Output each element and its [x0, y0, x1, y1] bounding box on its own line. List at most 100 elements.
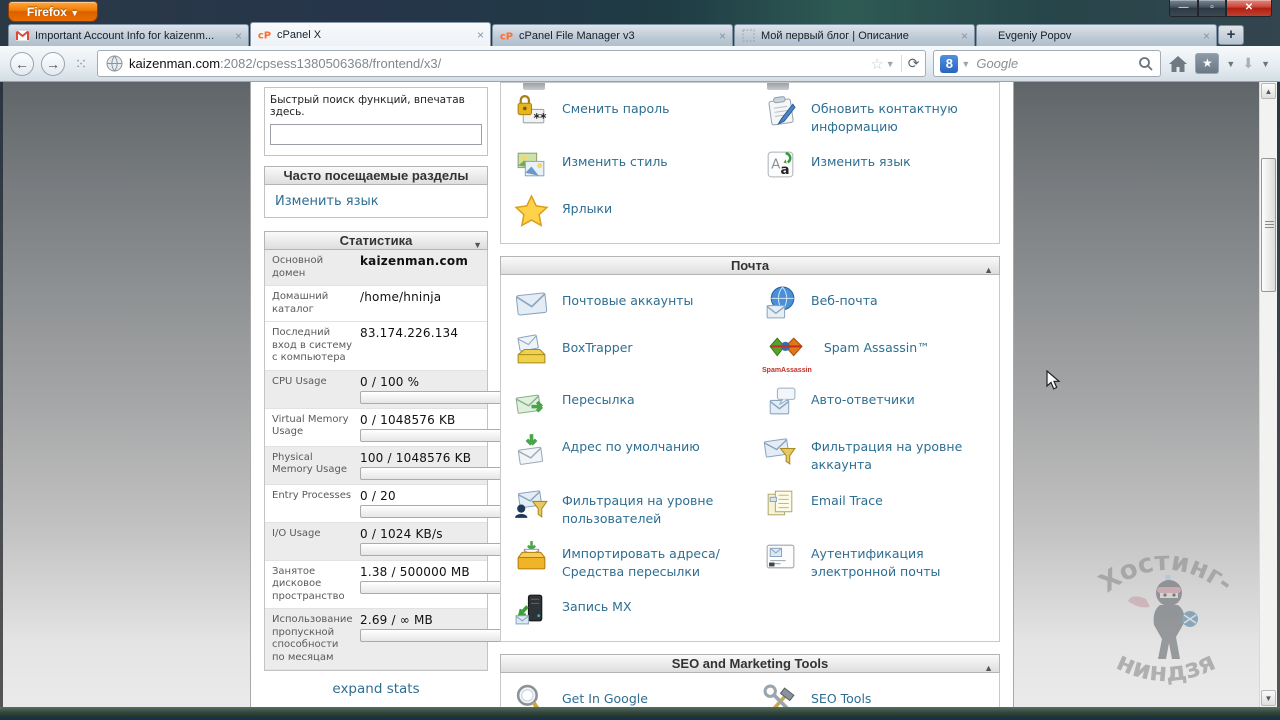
feature-label[interactable]: Пересылка: [562, 391, 635, 421]
feature-label[interactable]: Ярлыки: [562, 200, 612, 230]
url-bar[interactable]: kaizenman.com :2082/cpsess1380506368/fro…: [97, 50, 927, 77]
scrollbar-thumb[interactable]: [1261, 158, 1276, 292]
feature-item[interactable]: Запись MX: [501, 586, 750, 633]
usage-bar: [360, 504, 506, 518]
forward-button[interactable]: →: [41, 51, 65, 76]
feature-label[interactable]: Обновить контактную информацию: [811, 100, 995, 136]
mouse-cursor: [1046, 369, 1062, 392]
firefox-menu-button[interactable]: Firefox ▼: [8, 1, 98, 22]
vertical-scrollbar[interactable]: ▲ ▼: [1259, 82, 1277, 707]
feature-label[interactable]: Изменить язык: [811, 153, 911, 183]
tab-close-icon[interactable]: ×: [719, 29, 726, 43]
title-bar: Firefox ▼ — ▫ ✕: [0, 0, 1280, 22]
usage-bar: [360, 542, 506, 556]
feature-label[interactable]: Spam Assassin™: [824, 339, 930, 374]
feature-label[interactable]: Авто-ответчики: [811, 391, 915, 421]
downloads-icon[interactable]: ⬇: [1242, 55, 1254, 72]
tab-close-icon[interactable]: ×: [477, 28, 484, 42]
browser-tab[interactable]: Important Account Info for kaizenm... ×: [8, 24, 249, 46]
feature-item[interactable]: Изменить стиль: [501, 141, 750, 188]
feature-label[interactable]: Фильтрация на уровне пользователей: [562, 492, 746, 528]
search-bar[interactable]: 8 ▼ Google: [933, 50, 1162, 77]
feature-item[interactable]: Aa Изменить язык: [750, 141, 999, 188]
reload-icon[interactable]: ⟳: [900, 55, 919, 72]
feature-label[interactable]: Импортировать адреса/ Средства пересылки: [562, 545, 746, 581]
stat-label: CPU Usage: [272, 375, 327, 387]
search-icon[interactable]: [1138, 56, 1154, 72]
tab-close-icon[interactable]: ×: [961, 29, 968, 43]
browser-tab[interactable]: cP cPanel File Manager v3 ×: [492, 24, 733, 46]
feature-label[interactable]: Аутентификация электронной почты: [811, 545, 995, 581]
stat-value: 0 / 20: [360, 488, 396, 503]
feature-label[interactable]: BoxTrapper: [562, 339, 633, 374]
feature-label[interactable]: Сменить пароль: [562, 100, 670, 136]
browser-tab[interactable]: Evgeniy Popov ×: [976, 24, 1217, 46]
stat-label: Physical Memory Usage: [272, 451, 348, 476]
browser-tab[interactable]: cP cPanel X ×: [250, 22, 491, 46]
google-logo-icon: 8: [940, 54, 959, 73]
stat-row: Занятое дисковое пространство 1.38 / 5000…: [265, 561, 506, 609]
chevron-down-icon[interactable]: ▼: [886, 59, 895, 69]
feature-item[interactable]: ** Сменить пароль: [501, 88, 750, 141]
expand-stats-link[interactable]: expand stats: [332, 681, 419, 697]
feature-item[interactable]: Почтовые аккаунты: [501, 280, 750, 327]
feature-item[interactable]: BoxTrapper: [501, 327, 750, 379]
feature-label[interactable]: Адрес по умолчанию: [562, 438, 700, 474]
chevron-down-icon[interactable]: ▼: [1261, 59, 1270, 69]
feature-item[interactable]: Аутентификация электронной почты: [750, 533, 999, 586]
bookmark-star-icon[interactable]: ☆: [870, 55, 883, 73]
feature-label[interactable]: Веб-почта: [811, 292, 878, 322]
svg-text:**: **: [534, 111, 547, 125]
collapse-icon[interactable]: ▲: [984, 659, 993, 677]
feature-label[interactable]: Почтовые аккаунты: [562, 292, 693, 322]
feature-label[interactable]: Запись MX: [562, 598, 632, 628]
stat-label: Занятое дисковое пространство: [272, 565, 345, 602]
feature-item[interactable]: Email Trace: [750, 480, 999, 533]
quick-search-input[interactable]: [270, 124, 482, 145]
new-tab-button[interactable]: +: [1218, 25, 1244, 45]
feature-item[interactable]: Фильтрация на уровне пользователей: [501, 480, 750, 533]
feature-item[interactable]: Пересылка: [501, 379, 750, 426]
chevron-down-icon[interactable]: ▼: [1226, 59, 1235, 69]
feature-item[interactable]: Ярлыки: [501, 188, 750, 235]
tab-close-icon[interactable]: ×: [235, 29, 242, 43]
stat-value: kaizenman.com: [360, 254, 469, 268]
tab-close-icon[interactable]: ×: [1203, 29, 1210, 43]
keyhole-icon[interactable]: ⁙: [72, 55, 90, 73]
home-icon[interactable]: [1168, 55, 1188, 73]
cpanel-section: ** Сменить пароль Обновить контактную инфо…: [500, 82, 1000, 245]
feature-item[interactable]: Обновить контактную информацию: [750, 88, 999, 141]
close-button[interactable]: ✕: [1226, 0, 1272, 17]
feature-item[interactable]: Авто-ответчики: [750, 379, 999, 426]
scroll-down-icon[interactable]: ▼: [1261, 690, 1276, 706]
autoresponders-icon: [762, 384, 799, 421]
feature-label[interactable]: Фильтрация на уровне аккаунта: [811, 438, 995, 474]
maximize-button[interactable]: ▫: [1198, 0, 1226, 17]
feature-item[interactable]: Веб-почта: [750, 280, 999, 327]
bookmarks-button[interactable]: ★: [1195, 53, 1220, 74]
browser-tab[interactable]: Мой первый блог | Описание ×: [734, 24, 975, 46]
feature-item[interactable]: SpamAssassin Spam Assassin™: [750, 327, 999, 379]
feature-item[interactable]: Импортировать адреса/ Средства пересылки: [501, 533, 750, 586]
feature-label[interactable]: Изменить стиль: [562, 153, 668, 183]
feature-item[interactable]: Фильтрация на уровне аккаунта: [750, 426, 999, 479]
feature-item[interactable]: Адрес по умолчанию: [501, 426, 750, 479]
feature-label[interactable]: Email Trace: [811, 492, 883, 528]
chevron-down-icon[interactable]: ▼: [961, 59, 970, 69]
stat-label: I/O Usage: [272, 527, 321, 539]
back-button[interactable]: ←: [10, 51, 34, 76]
statistics-header[interactable]: Статистика ▼: [264, 231, 488, 250]
window-border: [0, 82, 3, 707]
style-icon: [513, 146, 550, 183]
section-header[interactable]: SEO and Marketing Tools ▲: [500, 654, 1000, 673]
collapse-icon[interactable]: ▲: [984, 261, 993, 279]
collapse-icon[interactable]: ▼: [473, 236, 482, 254]
stat-row: I/O Usage 0 / 1024 KB/s: [265, 522, 506, 561]
stat-value: 1.38 / 500000 MB: [360, 564, 470, 579]
minimize-button[interactable]: —: [1169, 0, 1198, 17]
scroll-up-icon[interactable]: ▲: [1261, 83, 1276, 99]
sidebar-link[interactable]: Изменить язык: [275, 194, 379, 209]
search-input[interactable]: Google: [976, 56, 1138, 71]
section-header[interactable]: Почта ▲: [500, 256, 1000, 276]
forwarders-icon: [513, 384, 550, 421]
